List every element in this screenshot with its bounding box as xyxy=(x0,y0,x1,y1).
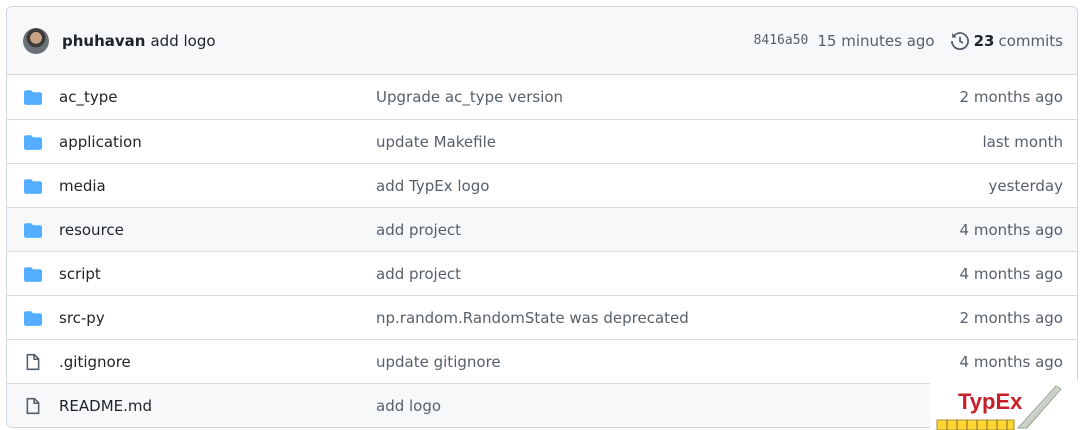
file-name-link[interactable]: ac_type xyxy=(59,88,376,106)
commit-sha-link[interactable]: 8416a50 xyxy=(754,33,809,48)
commit-age: 4 months ago xyxy=(959,264,1063,283)
file-name-link[interactable]: resource xyxy=(59,221,376,239)
repository-file-list: phuhavan add logo 8416a50 15 minutes ago… xyxy=(6,6,1078,428)
commit-age: 4 months ago xyxy=(959,220,1063,239)
folder-icon xyxy=(24,90,42,105)
folder-icon xyxy=(24,178,42,194)
commit-history-link[interactable]: 23 commits xyxy=(950,31,1063,50)
folder-icon xyxy=(24,266,42,282)
folder-icon xyxy=(24,310,42,326)
commit-author-link[interactable]: phuhavan xyxy=(62,32,145,50)
author-avatar[interactable] xyxy=(23,27,49,54)
commit-age: 2 months ago xyxy=(959,308,1063,327)
commit-message-link[interactable]: add project xyxy=(376,221,960,239)
commit-age: yesterday xyxy=(988,176,1063,195)
file-row[interactable]: ac_type Upgrade ac_type version 2 months a… xyxy=(7,75,1077,119)
file-row[interactable]: src-py np.random.RandomState was deprecat… xyxy=(7,295,1077,339)
commit-message-link[interactable]: Upgrade ac_type version xyxy=(376,88,960,106)
file-row[interactable]: script add project 4 months ago xyxy=(7,251,1077,295)
file-row[interactable]: .gitignore update gitignore 4 months ago xyxy=(7,339,1077,383)
commit-message-link[interactable]: update gitignore xyxy=(376,353,960,371)
file-row[interactable]: resource add project 4 months ago xyxy=(7,207,1077,251)
commit-time: 15 minutes ago xyxy=(817,31,935,50)
commit-message-link[interactable]: update Makefile xyxy=(376,133,982,151)
file-table: ac_type Upgrade ac_type version 2 months a… xyxy=(7,75,1077,427)
typex-logo-text: TypEx xyxy=(958,389,1023,414)
folder-icon xyxy=(24,222,42,238)
file-name-link[interactable]: .gitignore xyxy=(59,353,376,371)
file-row[interactable]: media add TypEx logo yesterday xyxy=(7,163,1077,207)
file-name-link[interactable]: README.md xyxy=(59,397,376,415)
latest-commit-bar: phuhavan add logo 8416a50 15 minutes ago… xyxy=(7,7,1077,75)
file-name-link[interactable]: application xyxy=(59,133,376,151)
history-icon xyxy=(950,31,969,50)
commit-message-link[interactable]: add project xyxy=(376,265,960,283)
file-name-link[interactable]: src-py xyxy=(59,309,376,327)
commit-age: last month xyxy=(982,132,1063,151)
file-name-link[interactable]: media xyxy=(59,177,376,195)
file-name-link[interactable]: script xyxy=(59,265,376,283)
typex-logo-overlay: TypEx xyxy=(930,381,1084,430)
commit-message-link[interactable]: add TypEx logo xyxy=(376,177,988,195)
file-row[interactable]: README.md add logo xyxy=(7,383,1077,427)
commit-count: 23 xyxy=(973,31,995,50)
latest-commit-message[interactable]: add logo xyxy=(150,32,215,50)
commit-message-link[interactable]: np.random.RandomState was deprecated xyxy=(376,309,960,327)
folder-icon xyxy=(24,134,42,150)
typex-logo-image: TypEx xyxy=(930,381,1084,430)
file-row[interactable]: application update Makefile last month xyxy=(7,119,1077,163)
commit-age: 2 months ago xyxy=(959,88,1063,106)
commits-label: commits xyxy=(998,31,1063,50)
file-icon xyxy=(26,353,40,370)
commit-age: 4 months ago xyxy=(959,352,1063,371)
file-icon xyxy=(26,397,40,414)
